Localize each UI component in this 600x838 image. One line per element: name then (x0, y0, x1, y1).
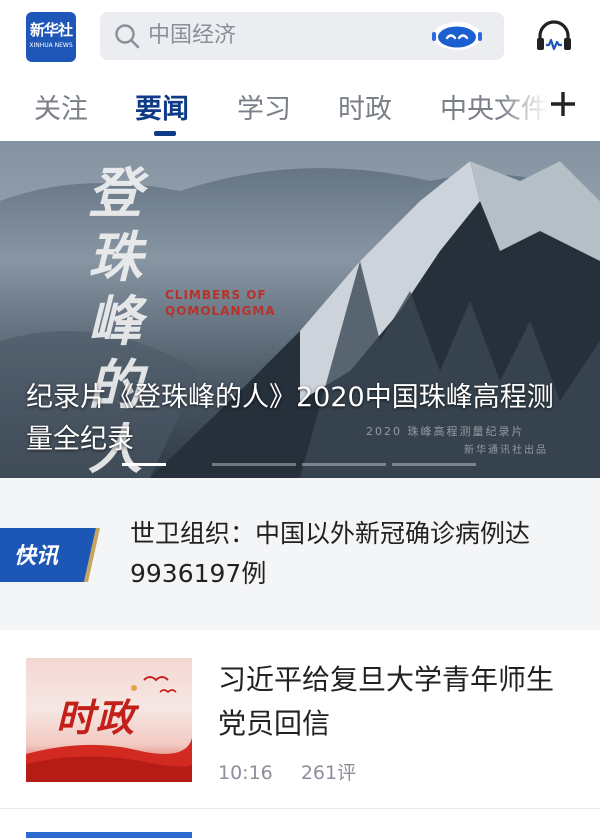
tab-study[interactable]: 学习 (237, 94, 291, 126)
flash-news-card[interactable]: 快讯 世卫组织：中国以外新冠确诊病例达9936197例 (0, 478, 600, 630)
top-bar: 新华社 XINHUA NEWS 中国经济 (0, 0, 600, 80)
flash-news-text: 世卫组织：中国以外新冠确诊病例达9936197例 (130, 519, 531, 588)
news-thumbnail: 时政 (26, 658, 192, 782)
featured-banner[interactable]: 登珠峰的人 CLIMBERS OF QOMOLANGMA 纪录片《登珠峰的人》2… (0, 141, 600, 478)
tab-politics[interactable]: 时政 (338, 94, 392, 126)
search-placeholder: 中国经济 (148, 23, 237, 48)
search-bar[interactable]: 中国经济 (100, 12, 504, 60)
carousel-dot[interactable] (302, 463, 386, 466)
assistant-robot-icon[interactable] (430, 20, 484, 52)
thumbnail-label: 时政 (56, 695, 137, 740)
banner-english-title-text: CLIMBERS OF QOMOLANGMA (165, 288, 276, 318)
news-meta: 10:16 261评 (218, 758, 378, 785)
news-title[interactable]: 习近平给复旦大学青年师生党员回信 (218, 658, 578, 746)
xinhua-logo[interactable]: 新华社 XINHUA NEWS (26, 12, 76, 62)
carousel-dot[interactable] (212, 463, 296, 466)
flash-badge-label: 快讯 (14, 544, 60, 569)
next-news-thumbnail-edge (26, 832, 192, 838)
list-divider (0, 808, 600, 809)
tab-headlines[interactable]: 要闻 (135, 94, 189, 126)
logo-text: 新华社 (29, 21, 73, 39)
flash-news-badge: 快讯 (0, 528, 100, 582)
tab-follow[interactable]: 关注 (34, 94, 88, 126)
news-comment-count[interactable]: 261评 (301, 762, 356, 784)
banner-watermark-publisher: 新华通讯社出品 (464, 445, 548, 456)
search-icon (115, 24, 140, 49)
add-channel-icon[interactable] (548, 89, 578, 119)
channel-tabs: 关注 要闻 学习 时政 中央文件 (0, 80, 600, 140)
headphones-icon[interactable] (534, 16, 574, 56)
logo-subtext: XINHUA NEWS (29, 42, 73, 49)
carousel-dot[interactable] (392, 463, 476, 466)
active-tab-indicator (154, 131, 176, 136)
news-list-item[interactable]: 时政 习近平给复旦大学青年师生党员回信 10:16 261评 (0, 630, 600, 810)
banner-english-title: CLIMBERS OF QOMOLANGMA (165, 287, 285, 319)
news-time: 10:16 (218, 762, 273, 784)
banner-watermark: 2020 珠峰高程测量纪录片 (366, 425, 525, 438)
carousel-dot-active[interactable] (122, 463, 166, 466)
